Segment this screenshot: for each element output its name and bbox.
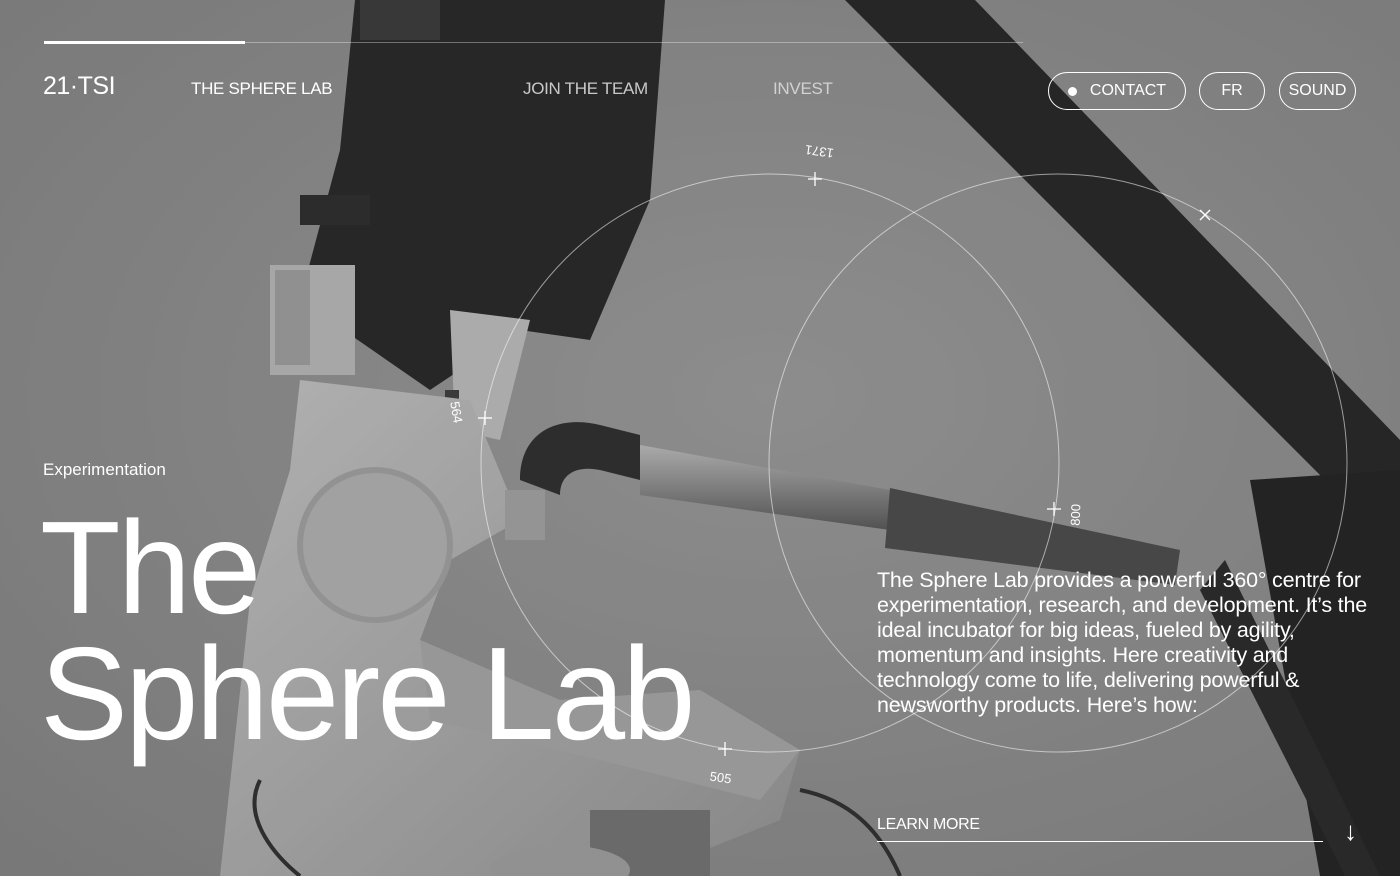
status-dot-icon xyxy=(1067,86,1077,96)
page-progress-bar xyxy=(44,41,1023,44)
language-toggle-button[interactable]: FR xyxy=(1199,72,1265,110)
arrow-down-icon[interactable]: ↓ xyxy=(1344,816,1357,846)
contact-button[interactable]: CONTACT xyxy=(1048,72,1186,110)
language-toggle-label: FR xyxy=(1221,82,1243,99)
sound-toggle-button[interactable]: SOUND xyxy=(1279,72,1356,110)
nav-link-join-the-team[interactable]: JOIN THE TEAM xyxy=(523,79,648,99)
sound-toggle-label: SOUND xyxy=(1288,82,1347,99)
nav-link-the-sphere-lab[interactable]: THE SPHERE LAB xyxy=(191,79,333,99)
hero-description: The Sphere Lab provides a powerful 360° … xyxy=(877,568,1367,717)
learn-more-link[interactable]: LEARN MORE xyxy=(877,816,1323,842)
nav-link-invest[interactable]: INVEST xyxy=(773,79,833,99)
learn-more-label: LEARN MORE xyxy=(877,816,980,833)
hero-eyebrow: Experimentation xyxy=(43,460,166,479)
contact-button-label: CONTACT xyxy=(1089,82,1167,99)
hero-title: The Sphere Lab xyxy=(40,494,696,767)
hero-title-line-2: Sphere Lab xyxy=(40,620,696,767)
site-logo[interactable]: 21·TSI xyxy=(43,72,116,101)
page-progress-fill xyxy=(44,41,245,44)
hero-title-line-1: The xyxy=(40,494,261,641)
